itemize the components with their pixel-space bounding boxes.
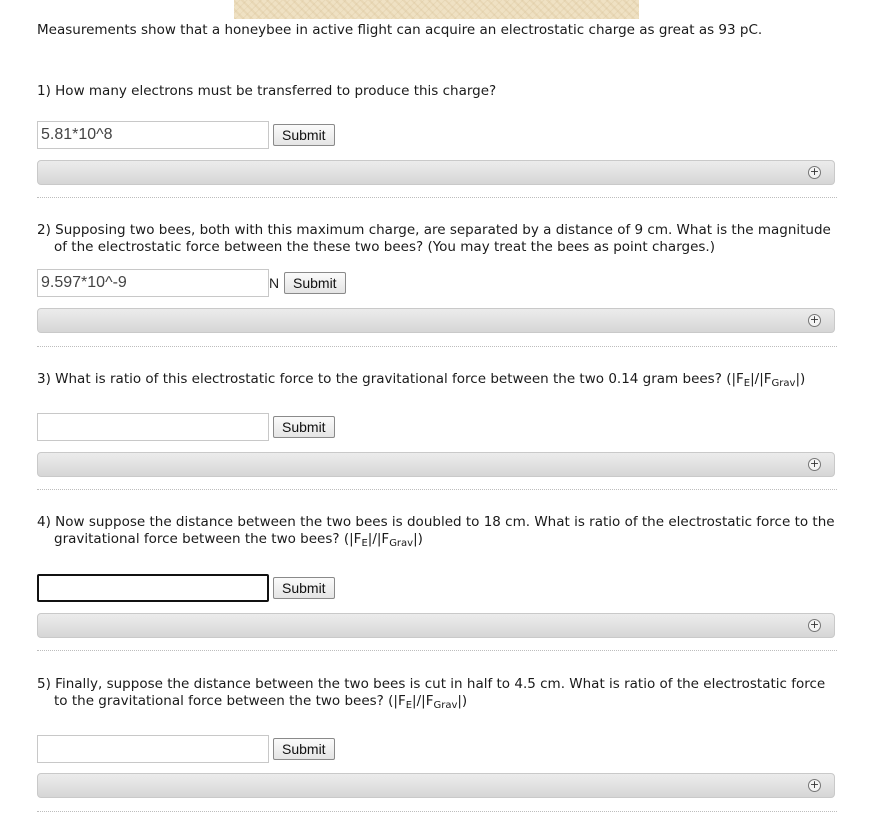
question-1: 1) How many electrons must be transferre… — [37, 83, 837, 100]
question-2: 2) Supposing two bees, both with this ma… — [37, 222, 837, 256]
section-divider — [37, 650, 837, 651]
answer-input-1[interactable] — [37, 121, 269, 149]
expand-plus-icon[interactable]: + — [808, 458, 821, 471]
hint-bar-4[interactable]: + — [37, 613, 835, 638]
answer-input-4[interactable] — [37, 574, 269, 602]
submit-button-2[interactable]: Submit — [284, 272, 346, 294]
hint-bar-5[interactable]: + — [37, 773, 835, 798]
section-divider — [37, 346, 837, 347]
answer-input-2[interactable] — [37, 269, 269, 297]
hint-bar-1[interactable]: + — [37, 160, 835, 185]
submit-button-4[interactable]: Submit — [273, 577, 335, 599]
answer-input-3[interactable] — [37, 413, 269, 441]
answer-row-5: Submit — [37, 735, 335, 763]
answer-input-5[interactable] — [37, 735, 269, 763]
question-2-text: 2) Supposing two bees, both with this ma… — [37, 222, 831, 255]
question-5: 5) Finally, suppose the distance between… — [37, 676, 837, 711]
answer-row-4: Submit — [37, 574, 335, 602]
section-divider — [37, 489, 837, 490]
expand-plus-icon[interactable]: + — [808, 619, 821, 632]
section-divider — [37, 197, 837, 198]
question-3: 3) What is ratio of this electrostatic f… — [37, 371, 837, 389]
section-divider — [37, 811, 837, 812]
unit-label: N — [269, 275, 280, 291]
question-3-text: 3) What is ratio of this electrostatic f… — [37, 371, 806, 389]
problem-intro: Measurements show that a honeybee in act… — [37, 22, 763, 38]
submit-button-3[interactable]: Submit — [273, 416, 335, 438]
answer-row-3: Submit — [37, 413, 335, 441]
expand-plus-icon[interactable]: + — [808, 314, 821, 327]
submit-button-5[interactable]: Submit — [273, 738, 335, 760]
answer-row-2: N Submit — [37, 269, 346, 297]
hint-bar-3[interactable]: + — [37, 452, 835, 477]
hint-bar-2[interactable]: + — [37, 308, 835, 333]
header-banner-image — [234, 0, 639, 19]
answer-row-1: Submit — [37, 121, 335, 149]
question-5-text: 5) Finally, suppose the distance between… — [37, 676, 826, 711]
question-4: 4) Now suppose the distance between the … — [37, 514, 837, 549]
expand-plus-icon[interactable]: + — [808, 779, 821, 792]
question-4-text: 4) Now suppose the distance between the … — [37, 514, 835, 549]
question-1-text: 1) How many electrons must be transferre… — [37, 83, 497, 99]
submit-button-1[interactable]: Submit — [273, 124, 335, 146]
expand-plus-icon[interactable]: + — [808, 166, 821, 179]
